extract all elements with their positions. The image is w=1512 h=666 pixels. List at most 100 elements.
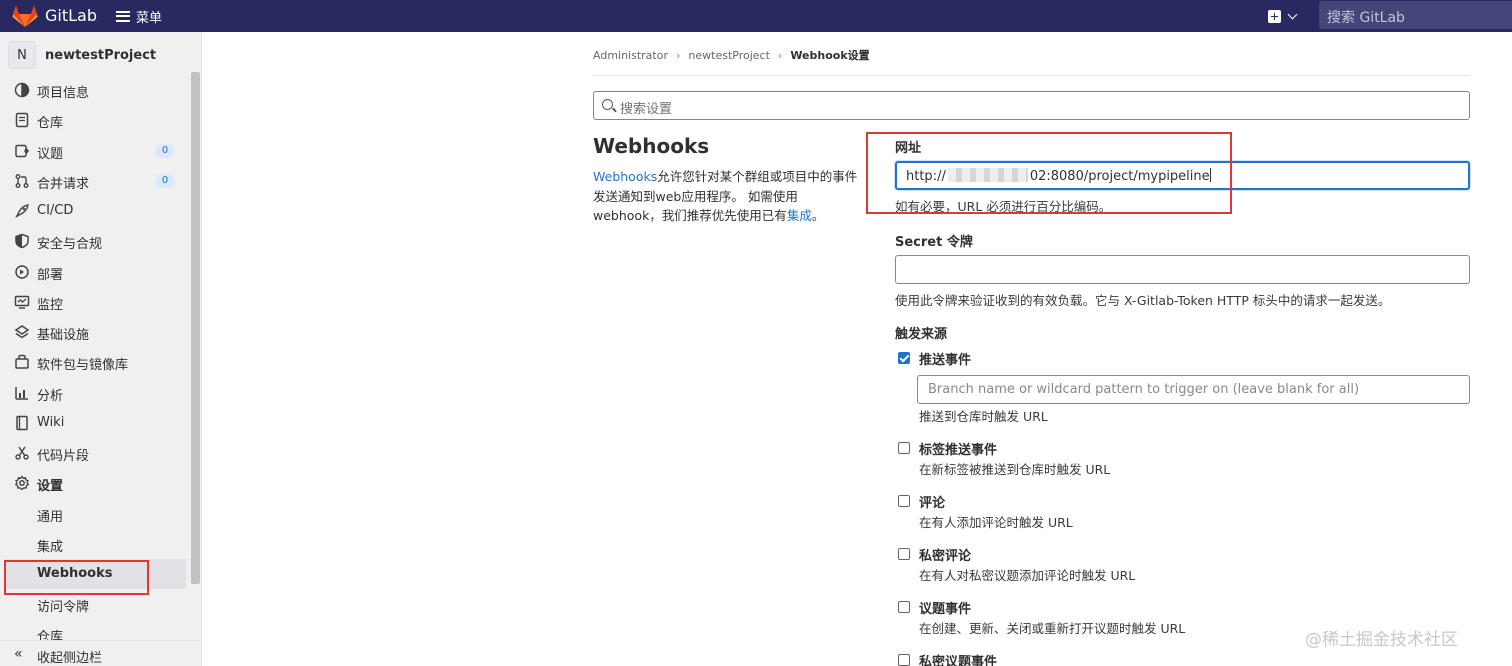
url-suffix: 02:8080/project/mypipeline bbox=[1029, 169, 1210, 184]
push-events-checkbox[interactable] bbox=[898, 352, 910, 364]
sidebar-item-repository[interactable]: 仓库 bbox=[0, 106, 186, 134]
secret-token-input[interactable] bbox=[895, 255, 1470, 284]
redacted-host bbox=[947, 168, 1028, 182]
settings-sub-repository[interactable]: 仓库 bbox=[4, 619, 186, 640]
shield-icon bbox=[15, 233, 29, 249]
issues-events-help: 在创建、更新、关闭或重新打开议题时触发 URL bbox=[919, 621, 1186, 636]
rocket-icon bbox=[15, 204, 29, 218]
sidebar-item-snippets[interactable]: 代码片段 bbox=[0, 439, 186, 467]
double-chevron-left-icon: « bbox=[14, 646, 23, 662]
merge-request-icon bbox=[15, 174, 29, 188]
sidebar-item-project-info[interactable]: 项目信息 bbox=[0, 76, 186, 104]
global-search-input[interactable]: 搜索 GitLab bbox=[1319, 1, 1512, 29]
gear-icon bbox=[14, 475, 30, 491]
sidebar-item-deployments[interactable]: 部署 bbox=[0, 258, 186, 286]
sidebar-item-ci-cd[interactable]: CI/CD bbox=[0, 197, 186, 225]
secret-token-help: 使用此令牌来验证收到的有效负载。它与 X-Gitlab-Token HTTP 标… bbox=[895, 293, 1391, 308]
tag-push-events-title: 标签推送事件 bbox=[919, 443, 998, 458]
push-events-help: 推送到仓库时触发 URL bbox=[919, 409, 1048, 424]
url-help-text: 如有必要，URL 必须进行百分比编码。 bbox=[895, 199, 1112, 214]
breadcrumb-current[interactable]: Webhook设置 bbox=[790, 47, 869, 63]
breadcrumb-item[interactable]: Administrator bbox=[593, 49, 668, 62]
webhooks-docs-link[interactable]: Webhooks bbox=[593, 169, 657, 184]
settings-sub-integrations[interactable]: 集成 bbox=[4, 529, 186, 559]
confidential-comments-checkbox[interactable] bbox=[898, 548, 910, 560]
sidebar-item-label: 监控 bbox=[37, 298, 64, 313]
settings-sub-webhooks[interactable]: Webhooks bbox=[4, 559, 186, 589]
brand-name[interactable]: GitLab bbox=[45, 6, 97, 25]
breadcrumb-item[interactable]: newtestProject bbox=[688, 49, 770, 62]
chevron-right-icon: › bbox=[676, 48, 681, 62]
sidebar-item-label: 基础设施 bbox=[37, 328, 90, 343]
tag-push-events-checkbox[interactable] bbox=[898, 442, 910, 454]
url-input[interactable]: http:// 02:8080/project/mypipeline bbox=[895, 161, 1470, 190]
plus-square-icon bbox=[1268, 9, 1281, 23]
chevron-down-icon bbox=[1287, 9, 1298, 19]
webhooks-description: Webhooks允许您针对某个群组或项目中的事件发送通知到web应用程序。 如需… bbox=[593, 167, 863, 226]
sidebar-item-wiki[interactable]: Wiki bbox=[0, 409, 186, 437]
confidential-comments-title: 私密评论 bbox=[919, 549, 972, 564]
document-icon bbox=[15, 112, 29, 128]
menu-label: 菜单 bbox=[136, 10, 163, 26]
project-name: newtestProject bbox=[45, 47, 157, 63]
sidebar-item-label: 设置 bbox=[37, 479, 64, 494]
sidebar-item-packages[interactable]: 软件包与镜像库 bbox=[0, 348, 186, 376]
issues-count-badge: 0 bbox=[155, 144, 175, 158]
secret-token-label: Secret 令牌 bbox=[895, 235, 973, 250]
divider bbox=[593, 75, 1470, 76]
confidential-comments-help: 在有人对私密议题添加评论时触发 URL bbox=[919, 568, 1136, 583]
project-avatar: N bbox=[8, 41, 36, 69]
merge-requests-count-badge: 0 bbox=[155, 174, 175, 188]
issues-icon bbox=[15, 144, 29, 158]
comments-checkbox[interactable] bbox=[898, 495, 910, 507]
branch-filter-input[interactable]: Branch name or wildcard pattern to trigg… bbox=[917, 375, 1470, 404]
sidebar-item-monitor[interactable]: 监控 bbox=[0, 288, 186, 316]
cloud-icon bbox=[14, 325, 30, 339]
sidebar-scrollbar[interactable] bbox=[191, 72, 200, 584]
push-events-title: 推送事件 bbox=[919, 353, 972, 368]
text-cursor bbox=[1209, 168, 1211, 182]
sidebar-subitem-label: 通用 bbox=[37, 510, 64, 525]
sidebar-item-analytics[interactable]: 分析 bbox=[0, 379, 186, 407]
sidebar-subitem-label: Webhooks bbox=[37, 566, 113, 581]
settings-sub-access-tokens[interactable]: 访问令牌 bbox=[4, 589, 186, 619]
sidebar-item-label: 代码片段 bbox=[37, 449, 90, 464]
gitlab-logo-icon[interactable] bbox=[12, 4, 38, 28]
url-prefix: http:// bbox=[906, 169, 946, 184]
watermark: @稀土掘金技术社区 bbox=[1305, 630, 1458, 650]
search-settings-placeholder: 搜索设置 bbox=[620, 102, 673, 117]
package-icon bbox=[15, 354, 29, 369]
sidebar-subitem-label: 集成 bbox=[37, 540, 64, 555]
page-title: Webhooks bbox=[593, 134, 710, 158]
sidebar-item-infrastructure[interactable]: 基础设施 bbox=[0, 318, 186, 346]
sidebar: N newtestProject 项目信息 仓库 议题 0 合并请求 0 CI/… bbox=[0, 32, 202, 666]
confidential-issues-events-checkbox[interactable] bbox=[898, 654, 910, 666]
sidebar-item-security[interactable]: 安全与合规 bbox=[0, 227, 186, 255]
search-settings-input[interactable]: 搜索设置 bbox=[593, 91, 1470, 120]
url-label: 网址 bbox=[895, 141, 922, 156]
sidebar-item-issues[interactable]: 议题 0 bbox=[0, 137, 186, 165]
breadcrumb: Administrator › newtestProject › Webhook… bbox=[593, 47, 870, 63]
hamburger-icon bbox=[116, 10, 130, 22]
info-icon bbox=[14, 82, 30, 98]
sidebar-item-label: 分析 bbox=[37, 389, 64, 404]
issues-events-checkbox[interactable] bbox=[898, 601, 910, 613]
sidebar-item-label: Wiki bbox=[37, 415, 65, 430]
comments-title: 评论 bbox=[919, 496, 946, 511]
sidebar-item-merge-requests[interactable]: 合并请求 0 bbox=[0, 167, 186, 195]
integrations-link[interactable]: 集成 bbox=[787, 208, 812, 223]
collapse-sidebar-button[interactable]: « 收起侧边栏 bbox=[0, 640, 200, 666]
collapse-sidebar-label: 收起侧边栏 bbox=[37, 651, 103, 666]
project-header[interactable]: N newtestProject bbox=[8, 41, 156, 69]
menu-button[interactable]: 菜单 bbox=[116, 6, 162, 26]
sidebar-item-label: CI/CD bbox=[37, 203, 74, 218]
trigger-label: 触发来源 bbox=[895, 327, 948, 342]
settings-sub-general[interactable]: 通用 bbox=[4, 499, 186, 529]
issues-events-title: 议题事件 bbox=[919, 602, 972, 617]
sidebar-subitem-label: 仓库 bbox=[37, 630, 64, 640]
confidential-issues-events-title: 私密议题事件 bbox=[919, 655, 998, 666]
new-dropdown-button[interactable] bbox=[1268, 7, 1298, 25]
sidebar-item-label: 部署 bbox=[37, 268, 64, 283]
sidebar-item-settings[interactable]: 设置 bbox=[0, 469, 186, 497]
monitor-icon bbox=[14, 295, 30, 309]
